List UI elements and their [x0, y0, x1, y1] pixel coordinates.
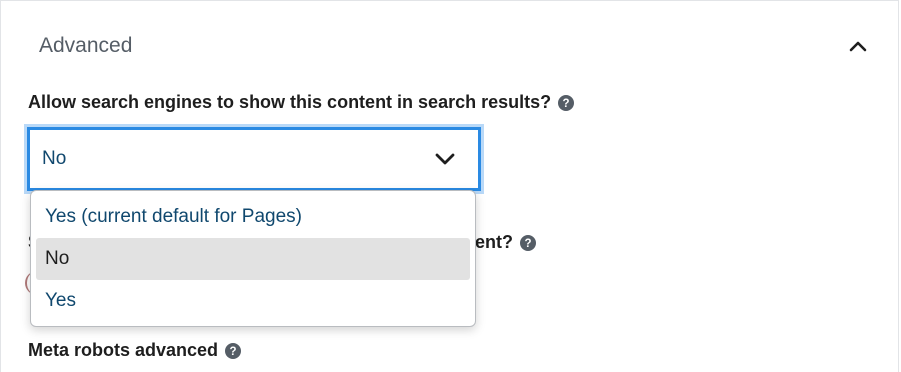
- search-visibility-label: Allow search engines to show this conten…: [28, 92, 575, 113]
- option-yes[interactable]: Yes: [36, 280, 470, 322]
- search-visibility-dropdown: Yes (current default for Pages) No Yes: [30, 190, 476, 327]
- option-no[interactable]: No: [36, 238, 470, 280]
- question-circle-icon[interactable]: ?: [520, 234, 536, 251]
- chevron-down-icon: [435, 153, 455, 165]
- chevron-up-icon: [849, 41, 867, 52]
- svg-text:?: ?: [563, 98, 570, 110]
- svg-text:?: ?: [230, 346, 237, 358]
- follow-links-label-end: ent? ?: [475, 232, 536, 253]
- option-yes-default[interactable]: Yes (current default for Pages): [36, 196, 470, 238]
- meta-robots-label: Meta robots advanced ?: [28, 340, 242, 361]
- section-title: Advanced: [39, 34, 133, 57]
- question-circle-icon[interactable]: ?: [225, 342, 242, 359]
- search-visibility-select[interactable]: No: [24, 124, 484, 194]
- advanced-panel: Advanced Allow search engines to show th…: [0, 0, 899, 372]
- meta-robots-label-text: Meta robots advanced: [28, 340, 219, 360]
- svg-text:?: ?: [524, 238, 531, 250]
- search-visibility-label-text: Allow search engines to show this conten…: [28, 92, 552, 112]
- collapse-toggle-button[interactable]: [843, 33, 873, 59]
- follow-links-label-end-text: ent?: [475, 232, 513, 252]
- select-current-value: No: [42, 148, 67, 169]
- question-circle-icon[interactable]: ?: [558, 94, 575, 111]
